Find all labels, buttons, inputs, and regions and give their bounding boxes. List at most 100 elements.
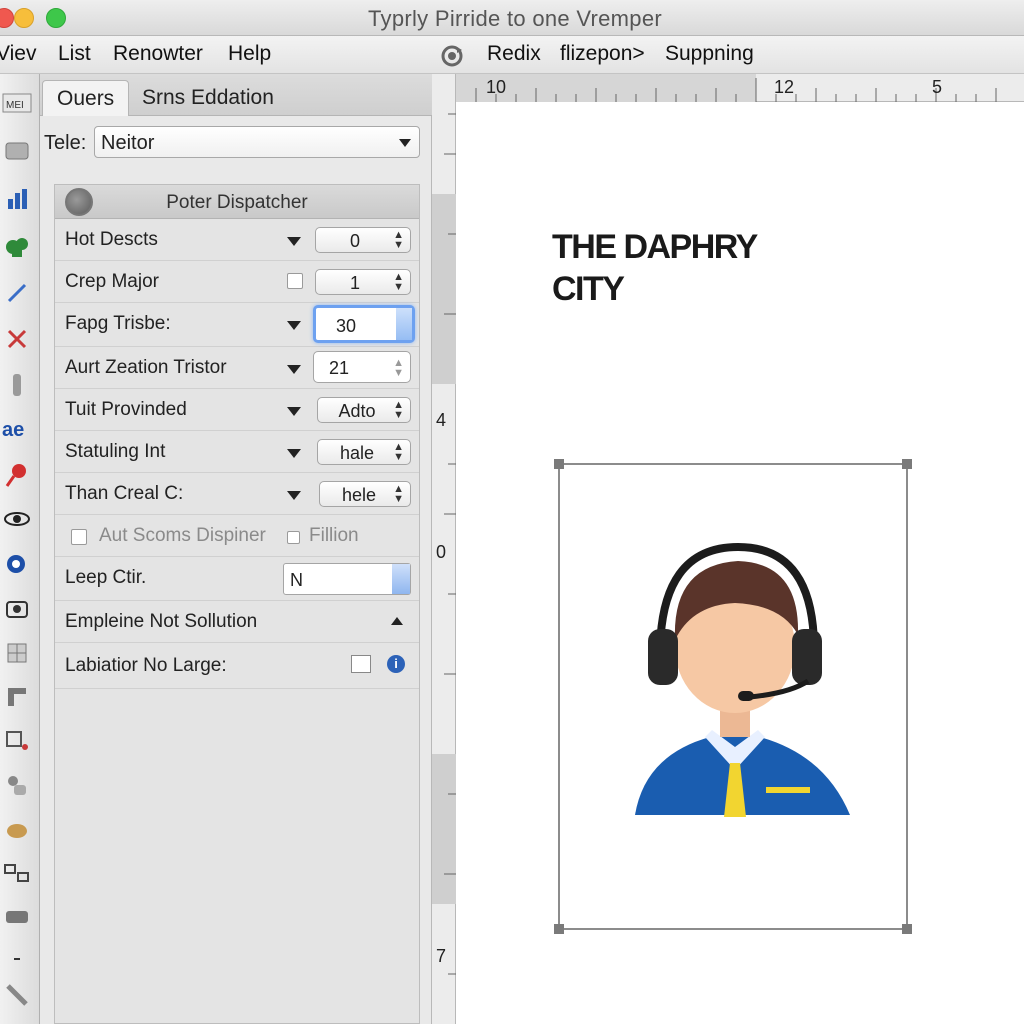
ruler-label: 12 bbox=[774, 77, 795, 97]
paint-brush-icon[interactable] bbox=[0, 458, 34, 492]
value-stepper[interactable]: 0 ▲ ▼ bbox=[315, 227, 411, 253]
refresh-icon[interactable] bbox=[440, 44, 464, 68]
row-crep-major: Crep Major 1 ▲ ▼ bbox=[55, 261, 419, 303]
menu-renowter[interactable]: Renowter bbox=[113, 42, 203, 66]
info-icon[interactable]: i bbox=[387, 655, 405, 673]
eye-icon[interactable] bbox=[0, 502, 34, 536]
menu-redix[interactable]: Redix bbox=[487, 42, 541, 66]
menu-help[interactable]: Help bbox=[228, 42, 271, 66]
inspector-panel: Ouers Srns Eddation Tele: Neitor Poter D… bbox=[40, 74, 432, 1024]
image-frame[interactable] bbox=[554, 459, 912, 934]
headline-line-1: THE DAPHRY bbox=[552, 228, 758, 266]
stepper-arrows-icon[interactable] bbox=[392, 564, 410, 594]
menu-list[interactable]: List bbox=[58, 42, 91, 66]
value-select[interactable]: hale ▲ ▼ bbox=[317, 439, 411, 465]
row-label: Hot Descts bbox=[65, 229, 158, 250]
row-label: Aurt Zeation Tristor bbox=[65, 357, 227, 378]
value-stepper[interactable]: 21 ▲ ▼ bbox=[313, 351, 411, 383]
stepper-value: 0 bbox=[349, 231, 360, 251]
bucket-icon[interactable] bbox=[0, 812, 34, 846]
ruler-label: 10 bbox=[486, 77, 507, 97]
dash-icon[interactable] bbox=[0, 942, 34, 976]
camera-icon[interactable] bbox=[0, 592, 34, 626]
bottle-icon[interactable] bbox=[0, 368, 34, 402]
stepper-arrows-icon[interactable]: ▲ ▼ bbox=[393, 484, 404, 505]
resize-icon[interactable] bbox=[351, 655, 371, 673]
stepper-arrows-icon[interactable]: ▲ ▼ bbox=[393, 442, 404, 463]
value-stepper-focused[interactable]: 30 bbox=[313, 305, 415, 343]
fillion-checkbox[interactable] bbox=[287, 531, 300, 544]
group-header[interactable]: Poter Dispatcher bbox=[55, 185, 419, 219]
tool-strip: MEI ae bbox=[0, 74, 40, 1024]
title-bar: Typrly Pirride to one Vremper bbox=[0, 0, 1024, 36]
text-tool-icon[interactable]: ae bbox=[0, 412, 34, 446]
row-label: Fapg Trisbe: bbox=[65, 313, 171, 334]
stepper-arrows-icon[interactable]: ▲ ▼ bbox=[393, 400, 404, 421]
svg-text:ae: ae bbox=[2, 419, 24, 441]
value-select[interactable]: Adto ▲ ▼ bbox=[317, 397, 411, 423]
mug-icon[interactable] bbox=[0, 768, 34, 802]
chevron-down-icon[interactable] bbox=[287, 407, 301, 416]
value-stepper[interactable]: 1 ▲ ▼ bbox=[315, 269, 411, 295]
stepper-arrows-icon[interactable]: ▲ ▼ bbox=[393, 272, 404, 293]
ruler-label: 5 bbox=[932, 77, 943, 97]
value-select[interactable]: hele ▲ ▼ bbox=[319, 481, 411, 507]
tele-label: Tele: bbox=[44, 132, 87, 154]
menu-icon[interactable]: MEI bbox=[0, 86, 34, 120]
connect-icon[interactable] bbox=[0, 856, 34, 890]
select-value: Adto bbox=[338, 401, 376, 421]
menu-suppning[interactable]: Suppning bbox=[665, 42, 754, 66]
leep-input[interactable]: N bbox=[283, 563, 411, 595]
wrench-icon[interactable] bbox=[0, 978, 34, 1012]
chevron-down-icon[interactable] bbox=[287, 237, 301, 246]
tab-ouers[interactable]: Ouers bbox=[42, 80, 130, 116]
row-tuit-provinded: Tuit Provinded Adto ▲ ▼ bbox=[55, 389, 419, 431]
support-agent-illustration bbox=[635, 542, 850, 817]
tray-icon[interactable] bbox=[0, 900, 34, 934]
menu-flizepon[interactable]: flizepon> bbox=[560, 42, 645, 66]
bar-chart-icon[interactable] bbox=[0, 182, 34, 216]
group-title: Poter Dispatcher bbox=[166, 192, 308, 213]
vertical-ruler: 4 0 7 bbox=[432, 74, 456, 1024]
stepper-value: 30 bbox=[335, 316, 357, 336]
frame-icon[interactable] bbox=[0, 680, 34, 714]
row-aurt-zeation-tristor: Aurt Zeation Tristor 21 ▲ ▼ bbox=[55, 347, 419, 389]
cube-icon[interactable] bbox=[0, 134, 34, 168]
stepper-arrows-icon[interactable]: ▲ ▼ bbox=[393, 230, 404, 251]
puzzle-icon[interactable] bbox=[0, 230, 34, 264]
menu-bar: Viev List Renowter Help Redix flizepon> … bbox=[0, 36, 1024, 74]
chevron-down-icon[interactable] bbox=[287, 321, 301, 330]
headline-text[interactable]: THE DAPHRY CITY bbox=[552, 226, 758, 310]
checkbox-label: Aut Scoms Dispiner bbox=[99, 525, 266, 546]
layers-icon[interactable] bbox=[0, 724, 34, 758]
grid-icon[interactable] bbox=[0, 636, 34, 670]
tab-srns-eddation[interactable]: Srns Eddation bbox=[128, 80, 288, 116]
row-label: Statuling Int bbox=[65, 441, 166, 462]
row-label: Than Creal C: bbox=[65, 483, 184, 504]
stepper-arrows-icon[interactable] bbox=[396, 308, 412, 340]
row-labiatior: Labiatior No Large: i bbox=[55, 643, 419, 689]
zoom-icon[interactable] bbox=[0, 548, 34, 582]
aut-scoms-checkbox[interactable] bbox=[71, 529, 87, 545]
leep-value: N bbox=[290, 570, 303, 590]
scissors-icon[interactable] bbox=[0, 322, 34, 356]
row-label: Leep Ctir. bbox=[65, 567, 147, 588]
row-empleine[interactable]: Empleine Not Sollution bbox=[55, 601, 419, 643]
crep-major-checkbox[interactable] bbox=[287, 273, 303, 289]
row-label: Tuit Provinded bbox=[65, 399, 187, 420]
tab-bar: Ouers Srns Eddation bbox=[40, 74, 432, 116]
row-label: Labiatior No Large: bbox=[65, 655, 227, 676]
horizontal-ruler: 10 12 5 bbox=[456, 74, 1024, 102]
menu-view[interactable]: Viev bbox=[0, 42, 36, 66]
chevron-down-icon bbox=[399, 139, 411, 147]
chevron-down-icon[interactable] bbox=[287, 365, 301, 374]
stepper-value: 1 bbox=[349, 273, 360, 293]
chevron-down-icon[interactable] bbox=[287, 491, 301, 500]
chevron-up-icon[interactable] bbox=[391, 617, 403, 625]
tele-value: Neitor bbox=[101, 132, 155, 154]
ruler-label: 4 bbox=[436, 410, 447, 430]
stepper-arrows-icon[interactable]: ▲ ▼ bbox=[393, 358, 404, 379]
chevron-down-icon[interactable] bbox=[287, 449, 301, 458]
pen-icon[interactable] bbox=[0, 276, 34, 310]
tele-select[interactable]: Neitor bbox=[94, 126, 420, 158]
